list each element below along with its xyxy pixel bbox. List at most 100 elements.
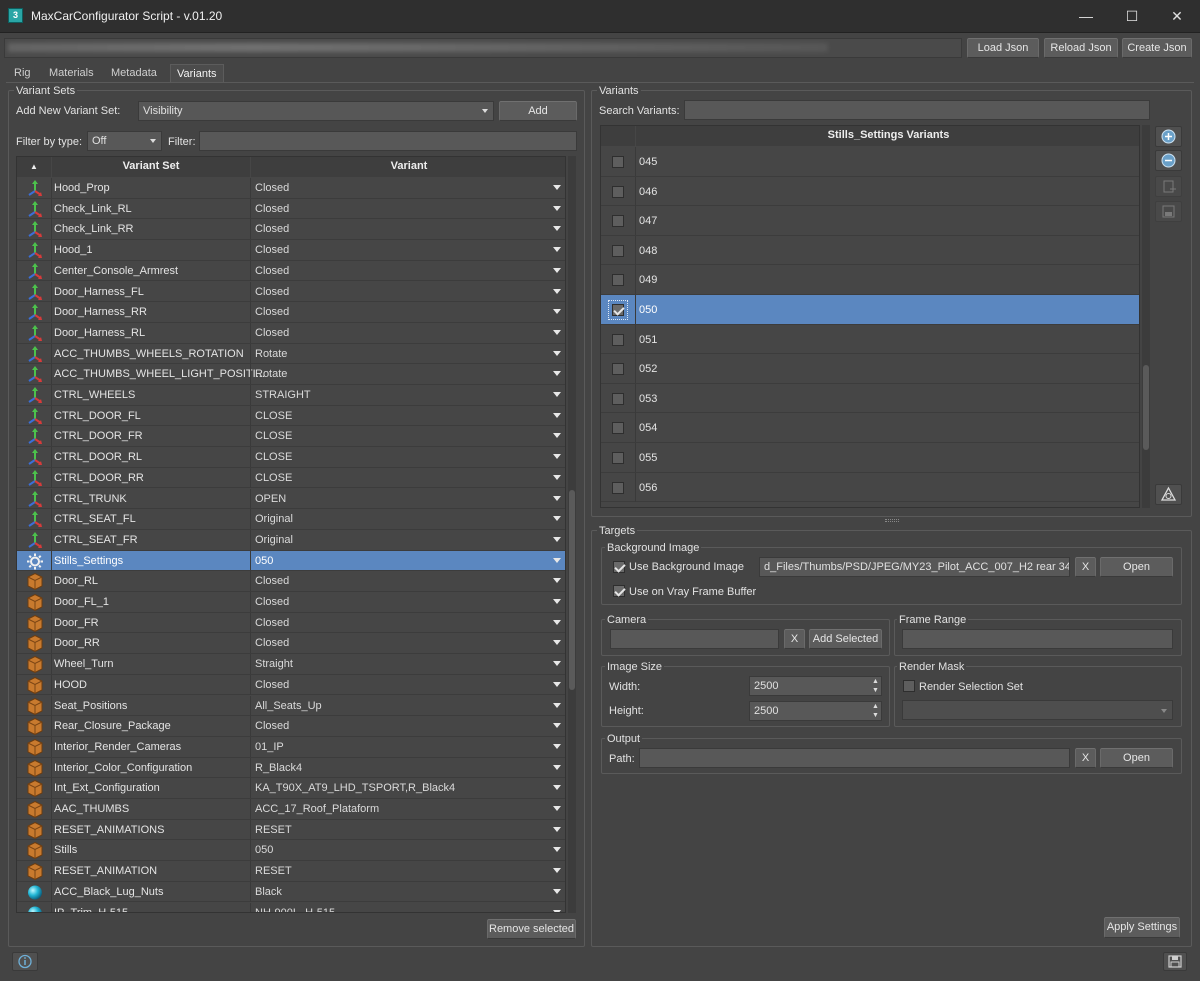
create-json-button[interactable]: Create Json [1122,38,1192,58]
variant-item[interactable]: 050 [601,295,1139,325]
variant-set-row[interactable]: Seat_Positions All_Seats_Up [17,695,565,717]
close-button[interactable]: ✕ [1154,0,1200,33]
chevron-down-icon[interactable] [553,847,561,853]
column-header-variant[interactable]: Variant [251,157,565,177]
variant-set-row[interactable]: Hood_1 Closed [17,240,565,261]
variants-scrollbar[interactable] [1142,125,1150,508]
variant-value[interactable]: Original [255,513,293,525]
variant-value[interactable]: Closed [255,244,289,256]
variant-type-select[interactable]: Visibility [138,101,494,121]
chevron-down-icon[interactable] [553,185,561,190]
chevron-down-icon[interactable] [553,661,561,667]
chevron-down-icon[interactable] [553,557,561,563]
apply-settings-button[interactable]: Apply Settings [1104,917,1180,938]
variant-set-row[interactable]: Center_Console_Armrest Closed [17,260,565,282]
chevron-down-icon[interactable] [553,392,561,397]
chevron-down-icon[interactable] [553,226,561,232]
variant-checkbox[interactable] [612,185,624,198]
variant-item[interactable]: 053 [601,383,1139,414]
variant-set-row[interactable]: ACC_Black_Lug_Nuts Black [17,881,565,903]
search-variants-input[interactable] [684,100,1150,120]
variant-value[interactable]: Closed [255,203,289,215]
variant-value[interactable]: CLOSE [255,430,292,442]
chevron-down-icon[interactable] [553,495,561,501]
variant-set-row[interactable]: HOOD Closed [17,674,565,696]
chevron-down-icon[interactable] [553,764,561,770]
chevron-down-icon[interactable] [553,247,561,253]
tab-materials[interactable]: Materials [43,64,100,82]
variant-value[interactable]: 01_IP [255,741,284,753]
variant-value[interactable]: Closed [255,265,289,277]
duplicate-variant-button[interactable] [1155,176,1182,197]
variant-set-row[interactable]: Interior_Color_Configuration R_Black4 [17,757,565,779]
variant-checkbox[interactable] [612,244,624,257]
variant-set-row[interactable]: Door_RR Closed [17,633,565,655]
tools-button[interactable] [1155,484,1182,505]
variant-set-row[interactable]: Stills 050 [17,840,565,862]
variant-item[interactable]: 055 [601,443,1139,473]
variant-checkbox[interactable] [612,333,624,346]
chevron-down-icon[interactable] [553,702,561,708]
variant-value[interactable]: Closed [255,596,289,608]
variant-set-row[interactable]: RESET_ANIMATIONS RESET [17,819,565,841]
spinner-arrows-icon[interactable]: ▲ ▼ [872,677,879,695]
maximize-button[interactable]: ☐ [1109,0,1155,33]
variant-set-row[interactable]: Int_Ext_Configuration KA_T90X_AT9_LHD_TSP… [17,778,565,799]
open-background-button[interactable]: Open [1100,557,1173,577]
variants-scroll-thumb[interactable] [1143,365,1149,450]
variant-item[interactable]: 048 [601,235,1139,266]
reload-json-button[interactable]: Reload Json [1044,38,1118,58]
chevron-down-icon[interactable] [553,205,561,211]
output-path-field[interactable] [639,748,1070,768]
save-variant-button[interactable] [1155,201,1182,222]
variant-checkbox[interactable] [612,363,624,376]
height-spinner[interactable]: 2500 ▲ ▼ [749,701,882,721]
use-vray-checkbox[interactable] [613,585,625,597]
minimize-button[interactable]: — [1063,0,1109,33]
variant-set-row[interactable]: CTRL_TRUNK OPEN [17,488,565,510]
variant-value[interactable]: ACC_17_Roof_Plataform [255,803,379,815]
chevron-down-icon[interactable] [553,888,561,894]
chevron-down-icon[interactable] [553,723,561,729]
remove-selected-button[interactable]: Remove selected [487,919,576,939]
variant-value[interactable]: RESET [255,865,292,877]
chevron-down-icon[interactable] [553,309,561,315]
width-spinner[interactable]: 2500 ▲ ▼ [749,676,882,696]
tab-variants[interactable]: Variants [170,64,224,82]
chevron-down-icon[interactable] [553,350,561,356]
variant-set-row[interactable]: Wheel_Turn Straight [17,654,565,675]
chevron-down-icon[interactable] [553,536,561,542]
variant-value[interactable]: Straight [255,658,293,670]
variant-item[interactable]: 052 [601,354,1139,384]
variant-item[interactable]: 051 [601,324,1139,355]
variant-item[interactable]: 045 [601,147,1139,177]
selection-set-select[interactable] [902,700,1173,720]
add-variant-button[interactable] [1155,126,1182,147]
variant-value[interactable]: KA_T90X_AT9_LHD_TSPORT,R_Black4 [255,782,455,794]
spinner-arrows-icon[interactable]: ▲ ▼ [872,702,879,720]
filter-input[interactable] [199,131,577,151]
variant-checkbox[interactable] [612,481,624,494]
variant-set-row[interactable]: AAC_THUMBS ACC_17_Roof_Plataform [17,799,565,820]
filter-type-select[interactable]: Off [87,131,162,151]
chevron-down-icon[interactable] [553,868,561,874]
chevron-down-icon[interactable] [553,806,561,811]
chevron-down-icon[interactable] [553,578,561,584]
variant-item[interactable]: 046 [601,176,1139,207]
chevron-down-icon[interactable] [553,267,561,273]
variant-value[interactable]: Closed [255,575,289,587]
chevron-down-icon[interactable] [553,288,561,294]
variant-value[interactable]: CLOSE [255,410,292,422]
save-config-button[interactable] [1163,952,1187,971]
chevron-down-icon[interactable] [553,640,561,646]
chevron-down-icon[interactable] [553,454,561,460]
variant-set-row[interactable]: CTRL_SEAT_FL Original [17,509,565,530]
chevron-down-icon[interactable] [553,599,561,604]
variant-set-row[interactable]: Hood_Prop Closed [17,178,565,199]
variant-value[interactable]: Closed [255,306,289,318]
variant-set-row[interactable]: Check_Link_RR Closed [17,219,565,241]
variant-value[interactable]: RESET [255,824,292,836]
variant-value[interactable]: Rotate [255,348,287,360]
variant-set-row[interactable]: Interior_Render_Cameras 01_IP [17,736,565,758]
chevron-down-icon[interactable] [553,785,561,791]
